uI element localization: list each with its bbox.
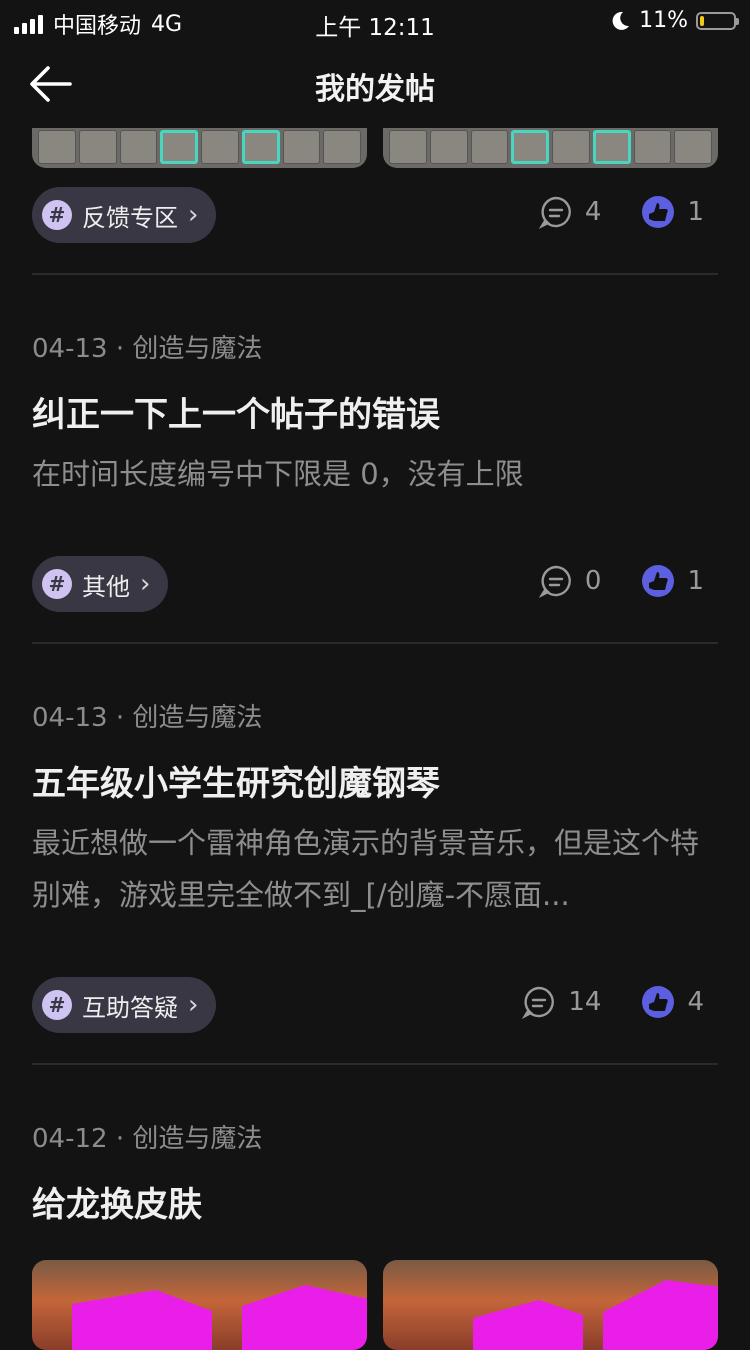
like-count[interactable]: 4	[641, 985, 704, 1019]
comment-count-value: 0	[584, 566, 602, 596]
like-count[interactable]: 1	[641, 195, 704, 229]
post-stats: 0 1	[513, 564, 704, 598]
hash-icon: #	[42, 569, 72, 599]
post-card[interactable]: 04-13 · 创造与魔法 纠正一下上一个帖子的错误 在时间长度编号中下限是 0…	[32, 328, 718, 500]
post-image[interactable]	[383, 1260, 718, 1350]
topic-tag[interactable]: # 反馈专区 ›	[32, 187, 217, 243]
comment-count[interactable]: 14	[522, 985, 601, 1019]
post-card[interactable]: 04-13 · 创造与魔法 五年级小学生研究创魔钢琴 最近想做一个雷神角色演示的…	[32, 697, 718, 921]
hash-icon: #	[42, 200, 72, 230]
post-category: · 创造与魔法	[115, 1124, 263, 1154]
post-image[interactable]	[32, 1260, 367, 1350]
post-stats: 4 1	[513, 195, 704, 229]
post-image[interactable]	[383, 128, 718, 168]
post-date: 04-13	[32, 703, 108, 733]
post-meta: 04-12 · 创造与魔法	[32, 1118, 718, 1155]
like-count[interactable]: 1	[641, 564, 704, 598]
comment-icon	[538, 196, 571, 229]
topic-tag-label: 反馈专区	[82, 203, 178, 232]
comment-icon	[522, 986, 555, 1019]
topic-tag-label: 互助答疑	[82, 993, 178, 1022]
topic-tag[interactable]: # 互助答疑 ›	[32, 977, 217, 1033]
topic-tag[interactable]: # 其他 ›	[32, 556, 169, 612]
hash-icon: #	[42, 990, 72, 1020]
post-title: 五年级小学生研究创魔钢琴	[32, 764, 440, 804]
nav-bar: 我的发帖	[0, 40, 750, 128]
comment-icon	[538, 565, 571, 598]
post-meta: 04-13 · 创造与魔法	[32, 697, 718, 734]
post-meta: 04-13 · 创造与魔法	[32, 328, 718, 365]
post-footer: # 其他 › 0 1	[32, 556, 718, 612]
moon-icon	[612, 11, 630, 30]
comment-count-value: 4	[584, 197, 602, 227]
like-count-value: 4	[687, 987, 704, 1017]
battery-icon	[696, 11, 739, 30]
chevron-right-icon: ›	[188, 990, 199, 1020]
post-image[interactable]	[32, 128, 367, 168]
post-title: 给龙换皮肤	[32, 1185, 202, 1225]
page-title: 我的发帖	[315, 72, 435, 107]
chevron-right-icon: ›	[140, 569, 151, 599]
battery-level	[700, 15, 704, 26]
divider	[32, 273, 718, 275]
like-icon	[642, 986, 675, 1018]
post-title: 纠正一下上一个帖子的错误	[32, 395, 440, 435]
like-icon	[642, 196, 675, 228]
post-excerpt: 最近想做一个雷神角色演示的背景音乐，但是这个特别难，游戏里完全做不到_[/创魔-…	[32, 826, 700, 912]
comment-count-value: 14	[568, 987, 602, 1017]
post-footer: # 反馈专区 › 4 1	[32, 187, 718, 243]
post-category: · 创造与魔法	[115, 334, 263, 364]
like-icon	[642, 565, 675, 597]
post-date: 04-13	[32, 334, 108, 364]
like-count-value: 1	[687, 197, 704, 227]
comment-count[interactable]: 0	[538, 564, 602, 598]
post-excerpt: 在时间长度编号中下限是 0，没有上限	[32, 457, 524, 491]
battery-percent: 11%	[639, 8, 688, 33]
divider	[32, 642, 718, 644]
post-card[interactable]: 04-12 · 创造与魔法 给龙换皮肤	[32, 1118, 718, 1226]
post-category: · 创造与魔法	[115, 703, 263, 733]
like-count-value: 1	[687, 566, 704, 596]
post-list: # 反馈专区 › 4 1 04-13 · 创造与魔法 纠正一下上一个帖子的错误 …	[0, 0, 750, 1350]
topic-tag-label: 其他	[82, 572, 130, 601]
post-stats: 14 4	[496, 985, 704, 1019]
post-image-row	[32, 128, 718, 168]
post-date: 04-12	[32, 1124, 108, 1154]
post-image-row	[32, 1260, 718, 1350]
comment-count[interactable]: 4	[538, 195, 602, 229]
post-footer: # 互助答疑 › 14 4	[32, 977, 718, 1033]
chevron-right-icon: ›	[188, 200, 199, 230]
status-bar: 中国移动 4G 上午 12:11 11%	[0, 0, 750, 41]
divider	[32, 1063, 718, 1065]
